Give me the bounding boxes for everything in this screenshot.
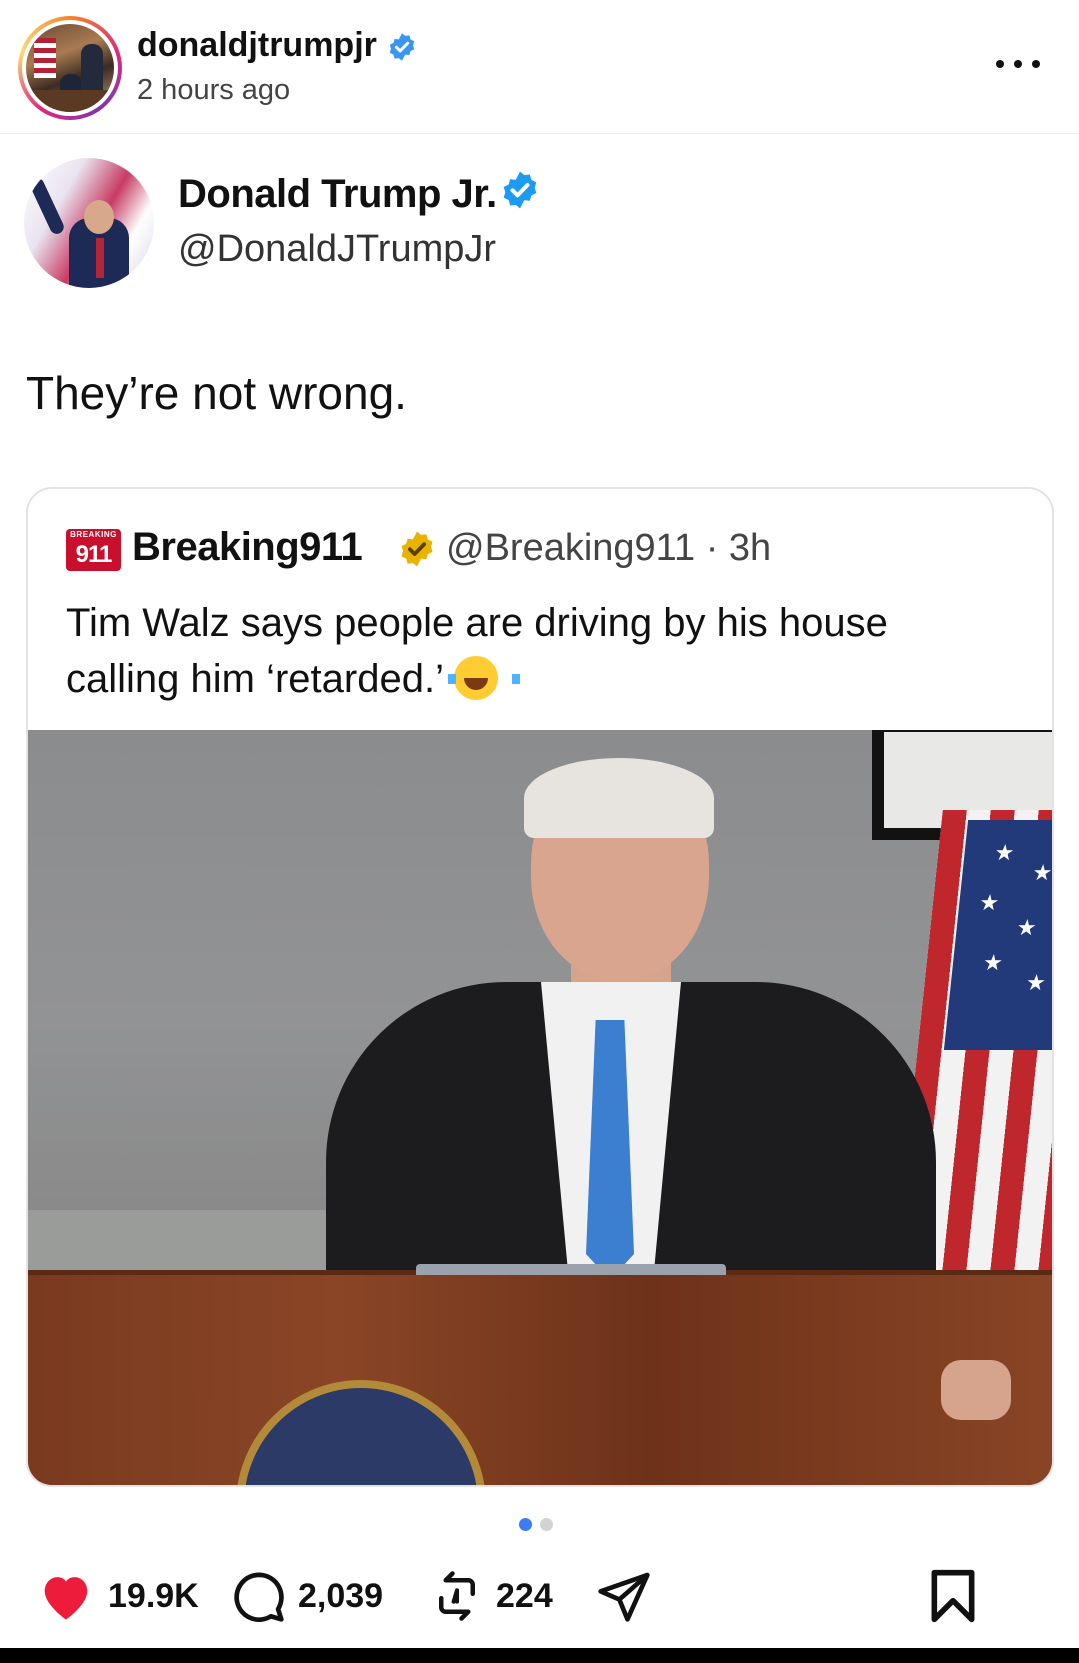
username[interactable]: donaldjtrumpjr bbox=[137, 26, 377, 65]
video-frame[interactable]: ★ ★ ★ ★ ★ ★ bbox=[28, 730, 1052, 1485]
comment-icon bbox=[234, 1572, 284, 1622]
heart-icon bbox=[44, 1577, 88, 1620]
carousel-dot[interactable] bbox=[540, 1518, 553, 1531]
avatar-arm bbox=[27, 175, 67, 237]
post-header: donaldjtrumpjr 2 hours ago bbox=[0, 0, 1079, 134]
send-icon bbox=[598, 1572, 650, 1622]
quoted-text-line-2: calling him ‘retarded.’ bbox=[66, 651, 1006, 707]
comment-button[interactable]: 2,039 bbox=[230, 1568, 383, 1624]
avatar-desk bbox=[26, 90, 114, 112]
avatar-tie bbox=[96, 238, 104, 278]
carousel-dots bbox=[519, 1518, 559, 1532]
tears-of-joy-icon bbox=[447, 656, 520, 700]
share-button[interactable] bbox=[596, 1568, 652, 1624]
avatar-image bbox=[26, 24, 114, 112]
verified-badge-icon bbox=[389, 33, 415, 61]
logo-small-text: BREAKING bbox=[70, 530, 117, 539]
bottom-bar bbox=[0, 1648, 1079, 1663]
gold-verified-badge-icon bbox=[401, 531, 433, 567]
action-bar: 19.9K 2,039 224 bbox=[0, 1560, 1079, 1630]
quoted-tweet-text: Tim Walz says people are driving by his … bbox=[66, 595, 1006, 707]
carousel-dot-active[interactable] bbox=[519, 1518, 532, 1531]
avatar-flag bbox=[34, 38, 56, 78]
tweet-display-name[interactable]: Donald Trump Jr. bbox=[178, 172, 497, 217]
video-person-hair bbox=[524, 758, 714, 838]
verified-badge-icon bbox=[503, 171, 537, 209]
repost-icon bbox=[439, 1571, 475, 1621]
quoted-author-name[interactable]: Breaking911 bbox=[132, 525, 363, 570]
repost-count: 224 bbox=[496, 1576, 553, 1615]
post-time: 2 hours ago bbox=[137, 74, 291, 106]
more-options-icon[interactable] bbox=[996, 52, 1040, 76]
video-podium bbox=[28, 1275, 1052, 1485]
bookmark-icon bbox=[931, 1569, 975, 1623]
repost-button[interactable]: 224 bbox=[430, 1568, 553, 1624]
quoted-meta: @Breaking911 · 3h bbox=[446, 527, 772, 569]
profile-avatar[interactable] bbox=[18, 16, 122, 120]
quoted-tweet-card[interactable]: BREAKING 911 Breaking911 @Breaking911 · … bbox=[26, 487, 1054, 1487]
breaking911-logo: BREAKING 911 bbox=[66, 529, 121, 571]
comment-count: 2,039 bbox=[298, 1576, 384, 1615]
save-button[interactable] bbox=[928, 1568, 978, 1624]
quoted-text-line: calling him ‘retarded.’ bbox=[66, 657, 444, 701]
like-button[interactable]: 19.9K bbox=[36, 1568, 199, 1624]
quoted-text-line: Tim Walz says people are driving by his … bbox=[66, 601, 888, 645]
tweet-text: They’re not wrong. bbox=[26, 367, 407, 419]
tweet-handle[interactable]: @DonaldJTrumpJr bbox=[178, 228, 496, 271]
tweet-author-avatar[interactable] bbox=[24, 158, 154, 288]
avatar-inner bbox=[22, 20, 118, 116]
logo-number: 911 bbox=[75, 541, 113, 568]
video-person-hand bbox=[941, 1360, 1011, 1420]
like-count: 19.9K bbox=[108, 1576, 199, 1615]
avatar-head bbox=[84, 200, 114, 234]
